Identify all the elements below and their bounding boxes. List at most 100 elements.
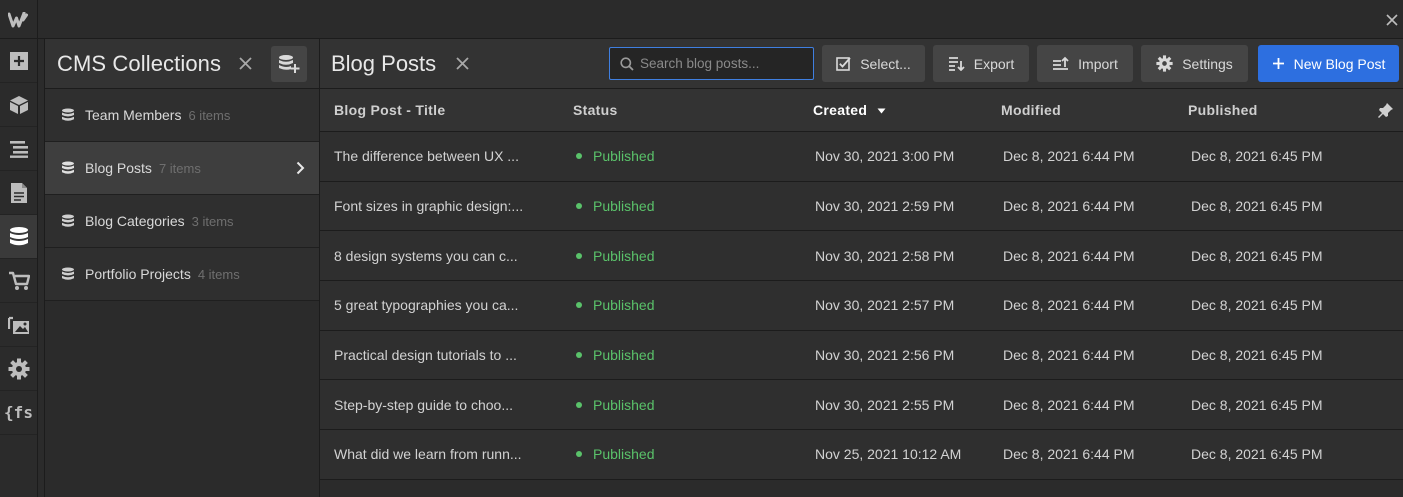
- column-header-created[interactable]: Created: [813, 102, 886, 118]
- cell-status: Published: [576, 430, 655, 479]
- cell-created: Nov 30, 2021 2:56 PM: [815, 347, 955, 364]
- column-header-modified[interactable]: Modified: [1001, 102, 1061, 118]
- cell-modified: Dec 8, 2021 6:44 PM: [1003, 297, 1135, 314]
- rail-assets[interactable]: [0, 303, 37, 347]
- cell-published: Dec 8, 2021 6:45 PM: [1191, 446, 1323, 463]
- rail-finsweet[interactable]: {fs: [0, 391, 37, 435]
- page-title: Blog Posts: [331, 50, 437, 76]
- search-input[interactable]: [640, 56, 810, 71]
- status-dot: [576, 401, 582, 408]
- status-dot: [576, 302, 582, 309]
- status-dot: [576, 153, 582, 160]
- close-icon: [456, 57, 469, 70]
- cell-modified: Dec 8, 2021 6:44 PM: [1003, 396, 1135, 413]
- add-icon: [9, 51, 28, 70]
- column-header-status[interactable]: Status: [573, 102, 618, 118]
- cell-modified: Dec 8, 2021 6:44 PM: [1003, 347, 1135, 364]
- cell-created: Nov 30, 2021 2:55 PM: [815, 396, 955, 413]
- ecommerce-icon: [8, 271, 30, 290]
- cell-status: Published: [576, 331, 655, 380]
- cell-status: Published: [576, 182, 655, 231]
- search-box[interactable]: [609, 47, 814, 80]
- table-row[interactable]: The difference between UX ... Published No…: [320, 132, 1403, 182]
- status-dot: [576, 252, 582, 259]
- table-row[interactable]: Step-by-step guide to choo... Published No…: [320, 380, 1403, 431]
- cell-created: Nov 25, 2021 10:12 AM: [815, 446, 962, 463]
- collection-item-portfolio-projects[interactable]: Portfolio Projects 4 items: [45, 248, 319, 301]
- webflow-logo-icon: [7, 11, 28, 27]
- cell-status: Published: [576, 231, 655, 280]
- cell-title[interactable]: The difference between UX ...: [334, 132, 519, 181]
- export-icon: [948, 57, 965, 71]
- rail-symbols[interactable]: [0, 83, 37, 127]
- table-body: The difference between UX ... Published No…: [320, 132, 1403, 480]
- webflow-logo[interactable]: [0, 0, 38, 39]
- cell-title[interactable]: 8 design systems you can c...: [334, 231, 518, 280]
- status-badge: Published: [593, 446, 655, 463]
- table-row[interactable]: What did we learn from runn... Published N…: [320, 430, 1403, 480]
- settings-button-label: Settings: [1182, 55, 1233, 72]
- cell-published: Dec 8, 2021 6:45 PM: [1191, 198, 1323, 215]
- collection-count: 3 items: [191, 213, 234, 229]
- cell-modified: Dec 8, 2021 6:44 PM: [1003, 446, 1135, 463]
- settings-button[interactable]: Settings: [1141, 45, 1248, 82]
- collections-title: CMS Collections: [57, 50, 222, 76]
- cell-title[interactable]: 5 great typographies you ca...: [334, 281, 518, 330]
- collection-name: Team Members: [85, 107, 182, 123]
- column-header-published[interactable]: Published: [1188, 102, 1258, 118]
- cell-modified: Dec 8, 2021 6:44 PM: [1003, 198, 1135, 215]
- collections-header: CMS Collections: [45, 39, 319, 89]
- database-icon: [62, 108, 74, 121]
- cell-modified: Dec 8, 2021 6:44 PM: [1003, 148, 1135, 165]
- collection-item-blog-categories[interactable]: Blog Categories 3 items: [45, 195, 319, 248]
- status-badge: Published: [593, 148, 655, 165]
- left-icon-rail: {fs: [0, 39, 38, 497]
- rail-pages[interactable]: [0, 171, 37, 215]
- cell-status: Published: [576, 281, 655, 330]
- cell-status: Published: [576, 380, 655, 429]
- status-dot: [576, 203, 582, 210]
- rail-ecommerce[interactable]: [0, 259, 37, 303]
- table-row[interactable]: Practical design tutorials to ... Publish…: [320, 330, 1403, 381]
- sort-desc-icon: [877, 108, 886, 114]
- column-header-title[interactable]: Blog Post - Title: [334, 102, 445, 118]
- new-blog-post-button[interactable]: New Blog Post: [1258, 45, 1399, 82]
- status-badge: Published: [593, 198, 655, 215]
- rail-navigator[interactable]: [0, 127, 37, 171]
- close-blog-posts-button[interactable]: [454, 56, 470, 72]
- add-collection-button[interactable]: [271, 46, 307, 82]
- finsweet-icon: {fs: [4, 403, 33, 422]
- collection-item-team-members[interactable]: Team Members 6 items: [45, 89, 319, 142]
- status-dot: [576, 451, 582, 458]
- table-row[interactable]: 8 design systems you can c... Published No…: [320, 231, 1403, 282]
- cell-modified: Dec 8, 2021 6:44 PM: [1003, 247, 1135, 264]
- export-button[interactable]: Export: [933, 45, 1029, 82]
- export-button-label: Export: [973, 55, 1015, 72]
- status-badge: Published: [593, 347, 655, 364]
- rail-settings[interactable]: [0, 347, 37, 391]
- blog-posts-header: Blog Posts Select... Exp: [320, 39, 1403, 89]
- collection-item-blog-posts[interactable]: Blog Posts 7 items: [45, 142, 319, 195]
- status-badge: Published: [593, 396, 655, 413]
- import-button[interactable]: Import: [1037, 45, 1133, 82]
- cell-title[interactable]: Font sizes in graphic design:...: [334, 182, 523, 231]
- cell-title[interactable]: What did we learn from runn...: [334, 430, 522, 479]
- pin-icon[interactable]: [1377, 102, 1394, 119]
- rail-cms[interactable]: [0, 215, 37, 259]
- close-collections-button[interactable]: [237, 56, 253, 72]
- collection-name: Blog Posts: [85, 160, 152, 176]
- cell-title[interactable]: Practical design tutorials to ...: [334, 331, 517, 380]
- search-icon: [620, 56, 634, 71]
- box-icon: [9, 95, 28, 114]
- status-badge: Published: [593, 247, 655, 264]
- rail-add-elements[interactable]: [0, 39, 37, 83]
- import-icon: [1053, 56, 1069, 70]
- navigator-icon: [9, 140, 28, 158]
- close-editor-button[interactable]: [1381, 0, 1403, 39]
- cms-icon: [9, 226, 28, 245]
- table-row[interactable]: 5 great typographies you ca... Published N…: [320, 281, 1403, 331]
- select-button[interactable]: Select...: [822, 45, 925, 82]
- collection-count: 7 items: [158, 160, 201, 176]
- cell-title[interactable]: Step-by-step guide to choo...: [334, 380, 513, 429]
- table-row[interactable]: Font sizes in graphic design:... Publishe…: [320, 181, 1403, 232]
